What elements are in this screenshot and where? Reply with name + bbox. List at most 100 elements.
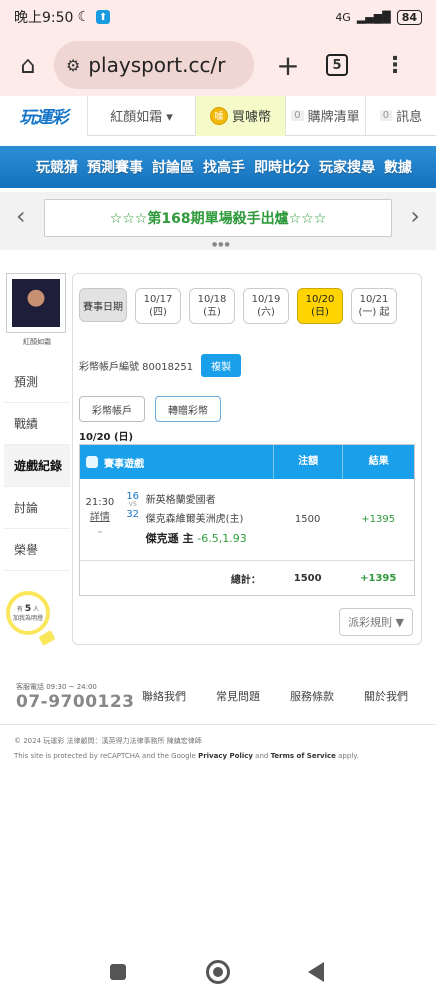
status-time: 晚上9:50: [14, 10, 74, 26]
service-phone[interactable]: 07-9700123: [16, 692, 135, 712]
team-numbers: 16 VS 32: [120, 479, 146, 560]
footer-link-faq[interactable]: 常見問題: [216, 688, 260, 704]
nav-item-forum[interactable]: 討論區: [152, 157, 194, 177]
game-record-panel: 賽事日期 10/17 (四) 10/18 (五) 10/19 (六) 10/20 (日)…: [72, 273, 422, 645]
banner-pager-dots: ●●●: [212, 241, 231, 248]
footer-link-about[interactable]: 關於我們: [364, 688, 408, 704]
header-game: 賽事遊戲: [80, 455, 273, 470]
app-notification-icon: ⬆: [96, 10, 111, 24]
status-right: 4G ▂▄▆█ 84: [335, 9, 422, 25]
terms-link[interactable]: Terms of Service: [271, 752, 336, 760]
network-label: 4G: [335, 10, 351, 24]
user-dropdown[interactable]: 紅顏如霜 ▾: [88, 95, 196, 136]
bulb-caption: 加我為明燈: [12, 614, 43, 622]
sidebar-item-record[interactable]: 戰績: [4, 403, 70, 445]
back-nav-icon[interactable]: [308, 962, 324, 982]
banner-text[interactable]: ☆☆☆第168期單場殺手出爐☆☆☆: [44, 199, 392, 237]
footer-links: 聯絡我們 常見問題 服務條款 關於我們: [142, 688, 408, 704]
date-tab-1017[interactable]: 10/17 (四): [135, 288, 181, 324]
messages-count: 0: [379, 110, 393, 121]
tune-icon[interactable]: ⚙: [66, 56, 80, 75]
square-nav-icon[interactable]: [110, 964, 126, 980]
avatar-frame[interactable]: [6, 273, 66, 333]
detail-link[interactable]: 詳情: [80, 510, 120, 525]
database-icon: [86, 456, 98, 468]
cart-link[interactable]: 0 購牌清單: [286, 95, 366, 136]
nav-item-data[interactable]: 數據: [384, 157, 412, 177]
kebab-menu-icon[interactable]: ⋮: [384, 53, 406, 78]
site-logo[interactable]: 玩運彩: [0, 95, 88, 136]
home-icon[interactable]: ⌂: [8, 51, 48, 79]
date-tab-1019[interactable]: 10/19 (六): [243, 288, 289, 324]
nav-item-player-search[interactable]: 玩家搜尋: [319, 157, 375, 177]
banner-prev-icon[interactable]: ‹: [16, 202, 26, 230]
buy-coins-label: 買噱幣: [231, 110, 271, 125]
payout-rules-button[interactable]: 派彩規則 ▼: [339, 608, 413, 636]
sidebar-item-discuss[interactable]: 討論: [4, 487, 70, 529]
transfer-coins-button[interactable]: 轉贈彩幣: [155, 396, 221, 422]
date-tab-1021[interactable]: 10/21 (一) 起: [351, 288, 397, 324]
sidebar-item-honor[interactable]: 榮譽: [4, 529, 70, 571]
moon-icon: ☾: [77, 9, 91, 25]
cart-count: 0: [291, 110, 304, 121]
battery-indicator: 84: [396, 9, 422, 25]
date-tab-1020[interactable]: 10/20 (日): [297, 288, 343, 324]
avatar[interactable]: [12, 279, 60, 327]
nav-item-live-scores[interactable]: 即時比分: [254, 157, 310, 177]
site-header: 玩運彩 紅顏如霜 ▾ 噱 買噱幣 0 購牌清單 0 訊息: [0, 95, 436, 136]
sidebar-item-predict[interactable]: 預測: [4, 361, 70, 403]
footer-divider: [0, 724, 436, 725]
lottery-account-button[interactable]: 彩幣帳戶: [79, 396, 145, 422]
header-result: 結果: [342, 445, 414, 479]
bulb-icon[interactable]: 有 5 人 加我為明燈: [6, 591, 50, 635]
buy-coins-button[interactable]: 噱 買噱幣: [196, 95, 286, 136]
vs-label: VS: [128, 501, 137, 508]
pick-line: 傑克遜 主 -6.5,1.93: [146, 529, 273, 550]
service-hours: 客服電話 09:30 ~ 24:00: [16, 683, 97, 691]
messages-link[interactable]: 0 訊息: [366, 96, 436, 136]
footer-link-terms[interactable]: 服務條款: [290, 688, 334, 704]
plus-icon[interactable]: +: [270, 49, 306, 82]
bet-result: +1395: [361, 514, 396, 525]
messages-label: 訊息: [396, 110, 423, 125]
total-result: +1395: [360, 572, 397, 584]
total-amount: 1500: [293, 572, 322, 584]
table-total-row: 總計： 1500 +1395: [80, 561, 414, 595]
account-number: 彩幣帳戶編號 80018251: [79, 362, 194, 373]
bulb-count-line: 有 5 人: [16, 604, 40, 614]
footer-link-contact[interactable]: 聯絡我們: [142, 688, 186, 704]
profile-sidebar: 紅顏如霜 預測 戰績 遊戲紀錄 討論 榮譽 有 5 人 加我為明燈: [4, 273, 70, 646]
sidebar-item-game-log[interactable]: 遊戲紀錄: [4, 445, 70, 487]
nav-item-experts[interactable]: 找高手: [203, 157, 245, 177]
bulb-count: 5: [24, 604, 32, 614]
copy-button[interactable]: 複製: [201, 354, 242, 377]
privacy-policy-link[interactable]: Privacy Policy: [198, 752, 253, 760]
address-bar[interactable]: ⚙ playsport.cc/r: [54, 41, 254, 89]
date-tab-1018[interactable]: 10/18 (五): [189, 288, 235, 324]
game-time-cell: 21:30 詳情 ⌄: [80, 479, 120, 560]
table-header: 賽事遊戲 注額 結果: [80, 445, 414, 479]
circle-home-nav-icon[interactable]: [206, 960, 230, 984]
chevron-down-icon[interactable]: ⌄: [80, 525, 120, 539]
main-nav: 玩競猜 預測賽事 討論區 找高手 即時比分 玩家搜尋 數據: [0, 146, 436, 188]
date-tabs: 賽事日期 10/17 (四) 10/18 (五) 10/19 (六) 10/20 (日)…: [79, 288, 397, 324]
date-label: 賽事日期: [79, 288, 127, 322]
away-team: 新英格蘭愛國者: [145, 495, 216, 506]
total-label: 總計：: [230, 574, 261, 586]
bet-amount: 1500: [294, 514, 321, 525]
nav-item-play[interactable]: 玩競猜: [36, 157, 78, 177]
browser-toolbar: ⌂ ⚙ playsport.cc/r + 5 ⋮: [0, 34, 436, 96]
nav-item-predict[interactable]: 預測賽事: [87, 157, 143, 177]
copyright-text: © 2024 玩運彩 法律顧問：漢英得力法律事務所 陳鎮宏律師: [14, 737, 202, 745]
system-navigation-bar: [0, 950, 436, 1000]
tab-count-button[interactable]: 5: [326, 54, 348, 76]
banner-next-icon[interactable]: ›: [410, 202, 420, 230]
table-row: 21:30 詳情 ⌄ 16 VS 32 新英格蘭愛國者 傑克森維爾美洲虎(主) …: [80, 479, 414, 561]
home-team: 傑克森維爾美洲虎(主): [145, 514, 244, 525]
announcement-banner: ‹ ☆☆☆第168期單場殺手出爐☆☆☆ › ●●●: [0, 192, 436, 250]
coin-icon: 噱: [209, 106, 228, 125]
pick-team: 傑克遜 主: [145, 532, 194, 545]
teams-cell: 新英格蘭愛國者 傑克森維爾美洲虎(主) 傑克遜 主 -6.5,1.93: [146, 479, 273, 560]
url-text[interactable]: playsport.cc/r: [88, 53, 225, 77]
account-info: 彩幣帳戶編號 80018251 複製: [79, 354, 242, 377]
